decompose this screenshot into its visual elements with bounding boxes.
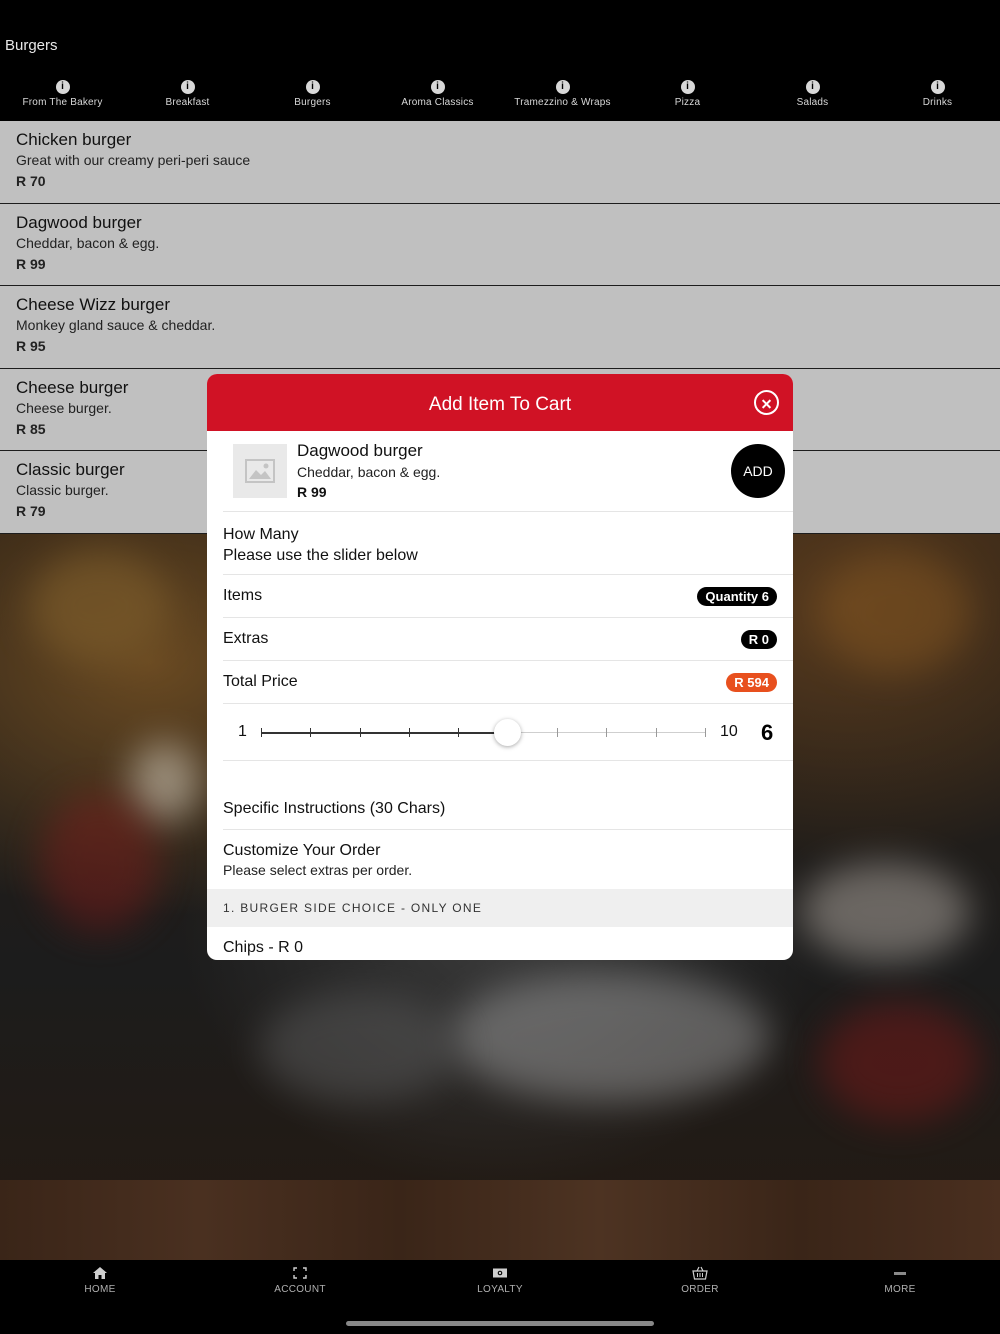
menu-item-name: Chicken burger [16, 130, 132, 149]
tab-label: LOYALTY [477, 1284, 523, 1295]
menu-item-description: Great with our creamy peri-peri sauce [16, 152, 251, 168]
customize-title: Customize Your Order [223, 842, 381, 859]
how-many-hint: Please use the slider below [223, 547, 418, 564]
category-bar: i From The Bakery i Breakfast i Burgers i Ar… [0, 78, 1000, 118]
total-price-badge: R 594 [726, 672, 777, 692]
tab-label: MORE [884, 1284, 916, 1295]
extras-row: Extras R 0 [223, 618, 793, 661]
total-price-label: Total Price [223, 673, 298, 690]
info-icon: i [805, 80, 820, 94]
info-icon: i [180, 80, 195, 94]
screen-title: Burgers [5, 37, 58, 54]
extras-group-header: 1. BURGER SIDE CHOICE - ONLY ONE [207, 889, 793, 927]
category-label: Aroma Classics [401, 97, 474, 108]
slider-tick [458, 728, 460, 737]
info-icon: i [930, 80, 945, 94]
slider-tick [310, 728, 312, 737]
menu-item-price: R 70 [16, 173, 46, 189]
add-to-cart-modal: Add Item To Cart Dagwood burger Cheddar,… [207, 374, 793, 960]
customize-hint: Please select extras per order. [223, 862, 413, 878]
specific-instructions[interactable]: Specific Instructions (30 Chars) [223, 761, 793, 830]
extras-option[interactable]: Chips - R 0 [223, 927, 793, 957]
modal-item-price: R 99 [297, 484, 327, 500]
tab-more[interactable]: MORE [800, 1260, 1000, 1334]
money-icon [493, 1268, 507, 1278]
menu-item-description: Cheddar, bacon & egg. [16, 234, 160, 251]
category-pizza[interactable]: i Pizza [625, 78, 750, 118]
modal-item-name: Dagwood burger [297, 441, 423, 460]
slider-tick [606, 728, 608, 737]
category-label: From The Bakery [22, 97, 103, 108]
wooden-table [0, 1180, 1000, 1260]
how-many-section: How Many Please use the slider below [223, 512, 793, 575]
scan-icon [293, 1267, 307, 1279]
tab-label: HOME [84, 1284, 116, 1295]
image-placeholder-icon [233, 444, 287, 498]
extras-badge: R 0 [740, 629, 777, 649]
basket-icon [692, 1266, 708, 1280]
how-many-title: How Many [223, 526, 299, 543]
quantity-slider[interactable] [261, 719, 706, 746]
slider-thumb[interactable] [494, 719, 522, 746]
info-icon: i [680, 80, 695, 94]
menu-item-name: Dagwood burger [16, 212, 142, 232]
tab-label: ORDER [681, 1284, 719, 1295]
close-icon[interactable] [754, 390, 779, 415]
menu-item-price: R 99 [16, 255, 46, 272]
category-label: Burgers [294, 97, 331, 108]
slider-tick [261, 728, 262, 737]
slider-min-label: 1 [238, 723, 247, 740]
modal-item-summary: Dagwood burger Cheddar, bacon & egg. R 9… [223, 431, 793, 512]
info-icon: i [555, 80, 570, 94]
quantity-slider-row: 1 10 6 [223, 704, 793, 761]
home-icon [93, 1267, 107, 1279]
category-from-the-bakery[interactable]: i From The Bakery [0, 78, 125, 118]
items-label: Items [223, 587, 263, 604]
menu-item-name: Cheese Wizz burger [16, 295, 171, 314]
extras-label: Extras [223, 630, 269, 647]
slider-fill [261, 731, 508, 734]
menu-item-price: R 95 [16, 338, 46, 354]
menu-item[interactable]: Chicken burger Great with our creamy per… [0, 121, 1000, 204]
category-label: Pizza [674, 97, 701, 108]
tab-home[interactable]: HOME [0, 1260, 200, 1334]
more-icon [894, 1272, 906, 1275]
slider-tick [409, 728, 410, 737]
category-tramezzino-wraps[interactable]: i Tramezzino & Wraps [500, 78, 625, 118]
slider-max-label: 10 [720, 723, 738, 740]
category-aroma-classics[interactable]: i Aroma Classics [375, 78, 500, 118]
customize-section: Customize Your Order Please select extra… [223, 830, 793, 889]
modal-title: Add Item To Cart [428, 394, 572, 415]
modal-header: Add Item To Cart [207, 374, 793, 431]
menu-item[interactable]: Cheese Wizz burger Monkey gland sauce & … [0, 286, 1000, 369]
category-drinks[interactable]: i Drinks [875, 78, 1000, 118]
items-row: Items Quantity 6 [223, 575, 793, 618]
menu-item[interactable]: Dagwood burger Cheddar, bacon & egg. R 9… [0, 203, 1000, 286]
category-label: Salads [796, 97, 829, 108]
home-indicator [346, 1321, 654, 1326]
slider-tick [655, 728, 657, 737]
category-label: Breakfast [165, 97, 210, 108]
category-salads[interactable]: i Salads [750, 78, 875, 118]
slider-tick [705, 728, 706, 737]
category-breakfast[interactable]: i Breakfast [125, 78, 250, 118]
category-burgers[interactable]: i Burgers [250, 78, 375, 118]
modal-item-description: Cheddar, bacon & egg. [297, 464, 441, 480]
tab-label: ACCOUNT [274, 1284, 326, 1295]
slider-tick [557, 728, 558, 737]
total-price-row: Total Price R 594 [223, 661, 793, 704]
info-icon: i [55, 80, 70, 94]
info-icon: i [430, 80, 445, 94]
add-button[interactable]: ADD [731, 444, 785, 498]
slider-tick [359, 728, 361, 737]
quantity-badge: Quantity 6 [697, 586, 777, 606]
top-bar: Burgers i From The Bakery i Breakfast i Bur… [0, 0, 1000, 121]
slider-value: 6 [761, 720, 774, 745]
info-icon: i [305, 80, 320, 94]
menu-item-description: Monkey gland sauce & cheddar. [16, 317, 216, 333]
category-label: Drinks [922, 97, 953, 108]
category-label: Tramezzino & Wraps [514, 97, 611, 108]
